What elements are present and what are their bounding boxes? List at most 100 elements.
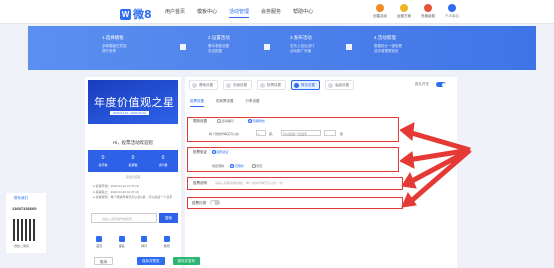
home-icon <box>96 236 103 242</box>
step-arrow-icon <box>346 44 352 50</box>
remark-input[interactable]: 请输入投票说明(例如：每个微信号每天可以投一次) <box>215 181 283 185</box>
subtab-vote-settings[interactable]: 投票设置 <box>190 99 204 107</box>
radio-icon <box>252 164 256 168</box>
vote-count-input[interactable]: 1 <box>256 130 266 136</box>
preview-stats: 0 选手数 0 投票数 0 访问量 <box>88 150 178 172</box>
tab-rules[interactable]: 规则 <box>156 236 179 248</box>
nav-help-center[interactable]: 帮助中心 <box>293 8 313 18</box>
step-basic-settings[interactable]: 基础设置 <box>189 80 218 90</box>
contestant-search-input[interactable]: 请输入选手编号或名称 <box>91 213 157 223</box>
create-icon <box>376 4 384 12</box>
logo-mark: W <box>120 8 131 20</box>
operation-plan-shortcut[interactable]: 运营方案 <box>392 4 416 19</box>
step-page-settings[interactable]: 页面设置 <box>223 80 252 90</box>
poster-date: 2020.04.22 - 2020.04.30 <box>110 111 149 115</box>
create-label: 创建活动 <box>373 14 387 18</box>
contact-phone: 13697336669 <box>12 206 37 211</box>
top-shortcuts: 创建活动 运营方案 充值续费 个人中心 <box>368 4 464 19</box>
save-publish-button[interactable]: 保存并发布 <box>172 257 200 265</box>
sub-tabs: 投票设置 防刷票设置 分享设置 <box>190 99 272 107</box>
gift-label: 投票礼物 <box>192 201 206 205</box>
option-label: 图形验证 <box>216 150 229 154</box>
step-title: 4.活动管理 <box>374 35 396 40</box>
banner-step-3: 3.发布活动 发布上线后进行 活动推广传播 <box>290 35 315 54</box>
signup-switch-label: 报名开关 <box>415 82 429 86</box>
qr-label: 微信二维码 <box>14 244 30 248</box>
step-dot <box>328 83 333 88</box>
wechat-qr-code <box>13 219 35 241</box>
create-activity-shortcut[interactable]: 创建活动 <box>368 4 392 19</box>
plan-label: 运营方案 <box>397 14 411 18</box>
search-button[interactable]: 搜索 <box>159 213 178 223</box>
tab-signup[interactable]: 报名 <box>111 236 134 248</box>
tab-home[interactable]: 首页 <box>88 236 111 248</box>
tab-label: 排行 <box>141 244 148 248</box>
stat-number: 0 <box>101 155 105 161</box>
tab-ranking[interactable]: 排行 <box>133 236 156 248</box>
limit-option-activity[interactable]: 活动期间 <box>217 119 234 123</box>
logo-text: 微8 <box>133 8 152 21</box>
subtab-share[interactable]: 分享设置 <box>246 99 260 107</box>
radio-checked-icon <box>230 164 234 168</box>
top-navbar: W 微8 用户首页 模板中心 活动管理 会务服务 帮助中心 创建活动 运营方案 … <box>0 0 554 24</box>
step-advanced-settings[interactable]: 高级设置 <box>325 80 354 90</box>
nav-user-home[interactable]: 用户首页 <box>165 8 185 18</box>
stat-votes: 0 投票数 <box>118 150 148 172</box>
subtab-anti-fraud[interactable]: 防刷票设置 <box>216 99 234 107</box>
remark-label: 投票说明 <box>193 181 207 185</box>
stat-label: 投票数 <box>128 163 138 167</box>
region-option-none[interactable]: 无限制 <box>230 164 244 168</box>
rules-icon <box>163 236 170 242</box>
captcha-option[interactable]: 图形验证 <box>212 150 229 154</box>
signup-toggle[interactable] <box>436 82 446 87</box>
limit-line-label: 每个微信号每天可以投 <box>209 132 240 136</box>
nav-activity-management[interactable]: 活动管理 <box>229 8 250 18</box>
vote-target-select[interactable]: 可以投给一位选手 <box>281 130 321 136</box>
signup-icon <box>118 236 125 242</box>
preview-tabbar: 首页 报名 排行 规则 <box>88 236 178 248</box>
main-nav: 用户首页 模板中心 活动管理 会务服务 帮助中心 <box>165 8 325 18</box>
banner-step-1: 1.选择模板 多种模板任意选 提升效率 <box>102 35 127 54</box>
radio-checked-icon <box>248 119 252 123</box>
radio-checked-icon <box>212 150 216 154</box>
step-dot <box>260 83 265 88</box>
vote-target-count-input[interactable] <box>324 130 336 136</box>
step-desc: 多种模板任意选 提升效率 <box>102 44 127 53</box>
nav-template-center[interactable]: 模板中心 <box>197 8 217 18</box>
arrow-1 <box>407 129 471 153</box>
personal-center-shortcut[interactable]: 个人中心 <box>440 4 464 19</box>
gift-toggle[interactable] <box>210 200 220 205</box>
step-signup-settings[interactable]: 报名设置 <box>291 80 320 90</box>
step-title: 2.设置活动 <box>208 35 230 40</box>
poster-banner: 年度价值观之星 2020.04.22 - 2020.04.30 <box>88 80 178 124</box>
cancel-button[interactable]: 取消 <box>94 257 113 265</box>
option-label: 无限制 <box>234 164 244 168</box>
region-option-limit[interactable]: 限定 <box>252 164 263 168</box>
stat-contestants: 0 选手数 <box>88 150 118 172</box>
action-buttons: 取消 保存并预览 保存并发布 <box>94 257 208 265</box>
save-preview-button[interactable]: 保存并预览 <box>137 257 165 265</box>
region-label: 地区限制 <box>212 164 225 168</box>
banner-step-4: 4.活动管理 数据统计一键查看 选手管理更轻松 <box>374 35 402 54</box>
site-logo[interactable]: W 微8 <box>120 6 152 22</box>
step-label: 报名设置 <box>301 83 315 87</box>
nav-meeting-service[interactable]: 会务服务 <box>261 8 281 18</box>
step-desc: 发布上线后进行 活动推广传播 <box>290 44 315 53</box>
limit-unit: 票， <box>269 132 276 136</box>
step-dot <box>192 83 197 88</box>
step-vote-settings[interactable]: 投票设置 <box>257 80 286 90</box>
stat-number: 0 <box>131 155 135 161</box>
recharge-shortcut[interactable]: 充值续费 <box>416 4 440 19</box>
tab-label: 规则 <box>163 244 170 248</box>
limit-label: 限制设置 <box>193 119 207 123</box>
option-label: 周期限制 <box>252 119 265 123</box>
recharge-icon <box>424 4 432 12</box>
step-title: 3.发布活动 <box>290 35 312 40</box>
stat-label: 访问量 <box>158 163 168 167</box>
step-label: 投票设置 <box>267 83 281 87</box>
tab-label: 首页 <box>96 244 103 248</box>
step-label: 页面设置 <box>233 83 247 87</box>
limit-option-cycle[interactable]: 周期限制 <box>248 119 265 123</box>
step-arrow-icon <box>264 44 270 50</box>
preview-welcome: Hi，投票活动欢迎您 <box>112 140 154 145</box>
